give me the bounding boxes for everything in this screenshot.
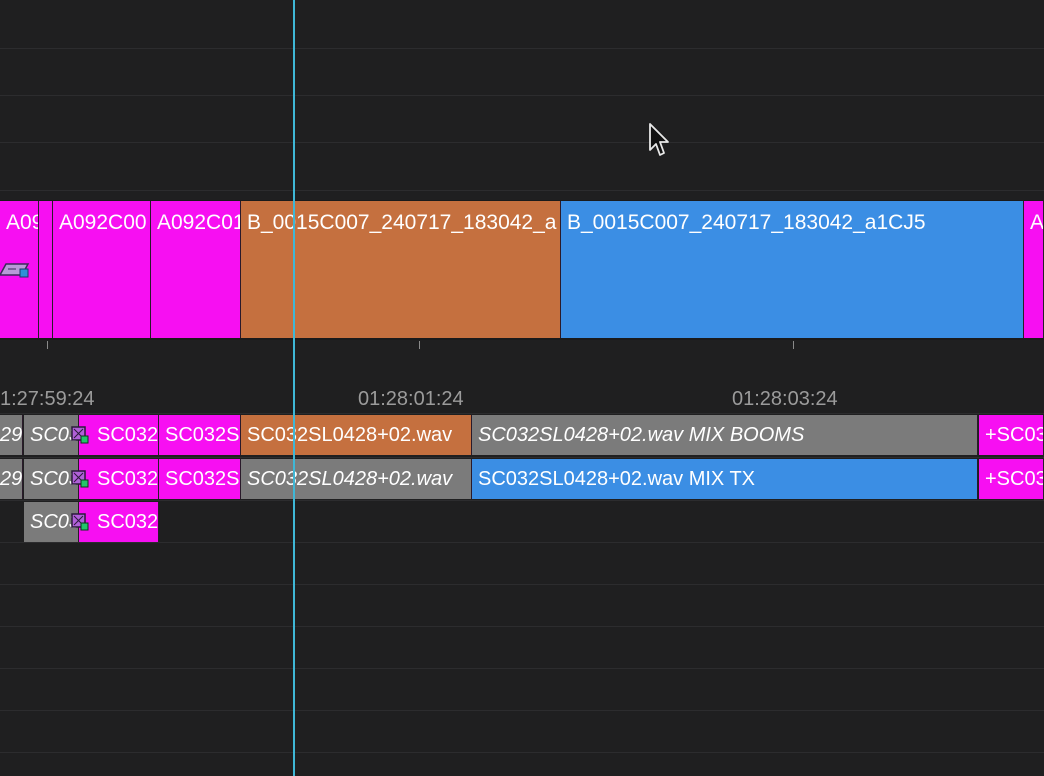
video-clip[interactable]: B_0015C007_240717_183042_a xyxy=(241,201,561,338)
track-separator xyxy=(0,142,1044,143)
video-clip-label: A xyxy=(1030,211,1044,234)
timecode-label: 01:28:01:24 xyxy=(358,388,464,410)
video-clip[interactable]: A xyxy=(1024,201,1044,338)
track-separator xyxy=(0,457,1044,458)
audio-clip-label: SC032S xyxy=(97,424,159,446)
audio-clip-label: SC032S xyxy=(165,424,240,446)
audio-clip[interactable]: SC032S xyxy=(159,415,241,455)
composite-clip-icon xyxy=(0,263,30,278)
ruler-tick xyxy=(47,341,48,349)
video-clip[interactable]: A092C00 xyxy=(53,201,151,338)
track-separator xyxy=(0,626,1044,627)
mouse-pointer-icon xyxy=(649,123,669,156)
video-clip[interactable] xyxy=(39,201,53,338)
audio-clip-label: +SC03 xyxy=(985,468,1044,490)
timecode-label: 1:27:59:24 xyxy=(0,388,95,410)
video-clip[interactable]: A092C01 xyxy=(151,201,241,338)
audio-clip[interactable]: +SC03 xyxy=(979,459,1044,499)
audio-clip[interactable]: SC032S xyxy=(79,502,159,542)
track-separator xyxy=(0,584,1044,585)
audio-clip-label: 29I xyxy=(0,468,23,490)
audio-clip-label: SC032S xyxy=(97,468,159,490)
video-clip[interactable]: B_0015C007_240717_183042_a1CJ5 xyxy=(561,201,1024,338)
audio-clip[interactable]: SC032SL0428+02.wav MIX BOOMS xyxy=(472,415,978,455)
track-separator xyxy=(0,95,1044,96)
audio-clip[interactable]: SC032S xyxy=(159,459,241,499)
track-separator xyxy=(0,48,1044,49)
linked-clip-icon xyxy=(71,513,89,531)
audio-clip-label: +SC03 xyxy=(985,424,1044,446)
timecode-label: 01:28:03:24 xyxy=(732,388,838,410)
track-separator xyxy=(0,668,1044,669)
audio-clip[interactable]: SC032SL0428+02.wav xyxy=(241,415,472,455)
audio-clip[interactable]: SC032SL0428+02.wav MIX TX xyxy=(472,459,978,499)
audio-clip[interactable]: SC032S xyxy=(79,415,159,455)
audio-clip-label: SC032SL0428+02.wav MIX TX xyxy=(478,468,756,490)
track-separator xyxy=(0,710,1044,711)
timeline-panel[interactable]: A09 A092C00 A092C01 B_0015C007_240717_18… xyxy=(0,0,1044,776)
video-clip-label: B_0015C007_240717_183042_a1CJ5 xyxy=(567,211,926,234)
track-separator xyxy=(0,752,1044,753)
linked-clip-icon xyxy=(71,470,89,488)
track-separator xyxy=(0,190,1044,191)
video-clip-label: A092C00 xyxy=(59,211,147,234)
audio-clip-label: SC032S xyxy=(165,468,240,490)
ruler-tick xyxy=(419,341,420,349)
linked-clip-icon xyxy=(71,426,89,444)
track-separator xyxy=(0,542,1044,543)
playhead-line[interactable] xyxy=(293,0,295,776)
track-separator xyxy=(0,500,1044,501)
audio-clip[interactable]: SC032S xyxy=(79,459,159,499)
video-clip-label: A09 xyxy=(6,211,38,234)
video-clip-label: A092C01 xyxy=(157,211,241,234)
audio-clip[interactable]: 29I xyxy=(0,459,23,499)
audio-clip[interactable]: 29I xyxy=(0,415,23,455)
audio-clip-label: SC032S xyxy=(97,511,159,533)
audio-clip-label: 29I xyxy=(0,424,23,446)
track-separator xyxy=(0,413,1044,414)
audio-clip[interactable]: SC032SL0428+02.wav xyxy=(241,459,472,499)
audio-clip-label: SC032SL0428+02.wav MIX BOOMS xyxy=(478,424,805,446)
audio-clip-label: SC032SL0428+02.wav xyxy=(247,468,453,490)
audio-clip[interactable]: +SC03 xyxy=(979,415,1044,455)
ruler-tick xyxy=(793,341,794,349)
audio-clip-label: SC032SL0428+02.wav xyxy=(247,424,453,446)
